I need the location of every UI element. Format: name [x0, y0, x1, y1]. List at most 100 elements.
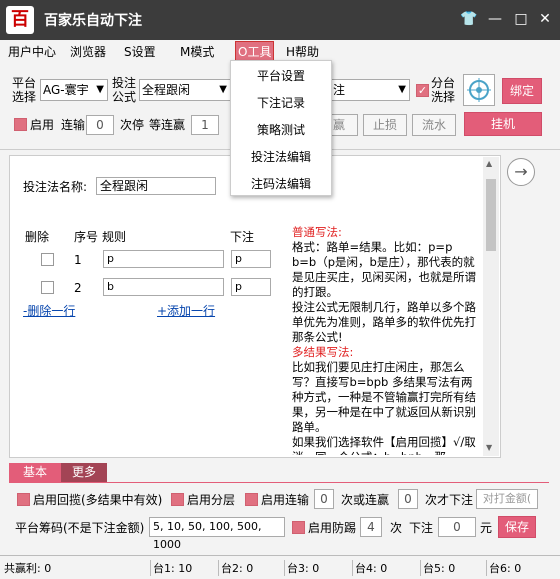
status-total: 共赢利: 0: [4, 562, 52, 575]
bind-button[interactable]: 绑定: [502, 78, 542, 104]
tab-bar: 基本 更多: [9, 463, 549, 483]
guard-times-label: 次: [390, 521, 403, 535]
formula-select[interactable]: 全程跟闲 ▼: [139, 79, 231, 101]
menu-bar: 用户中心 浏览器 S设置 M模式 O工具 H帮助: [0, 40, 560, 62]
rule-input[interactable]: p: [103, 250, 224, 268]
delete-row-link[interactable]: -删除一行: [23, 302, 75, 319]
chevron-down-icon: ▼: [219, 84, 227, 95]
col-seq: 序号: [74, 230, 99, 244]
help-title-normal: 普通写法:: [292, 225, 342, 239]
platform-value: AG-寰宇: [43, 83, 89, 97]
streak-label: 启用连输: [261, 493, 310, 507]
status-table-1: 台1: 10: [150, 560, 192, 576]
flow-button[interactable]: 流水: [412, 114, 456, 136]
col-bet: 下注: [230, 230, 255, 244]
or-input[interactable]: 0: [398, 489, 418, 509]
dropdown-item-bet-records[interactable]: 下注记录: [231, 90, 331, 117]
scroll-up-icon[interactable]: ▲: [486, 159, 492, 168]
add-row-link[interactable]: +添加一行: [157, 302, 215, 319]
amount-input[interactable]: 对打金额(: [476, 489, 538, 509]
platform-select[interactable]: AG-寰宇 ▼: [40, 79, 108, 101]
tab-basic[interactable]: 基本: [9, 463, 61, 482]
app-title: 百家乐自动下注: [44, 13, 142, 29]
save-button[interactable]: 保存: [498, 516, 536, 538]
target-button[interactable]: [463, 74, 495, 106]
crosshair-icon: [467, 78, 491, 102]
lose-label: 连输: [61, 118, 86, 132]
chevron-down-icon: ▼: [96, 84, 104, 95]
stop-loss-button[interactable]: 止损: [363, 114, 407, 136]
dropdown-item-strategy-test[interactable]: 策略测试: [231, 117, 331, 144]
bet-label: 下注: [409, 521, 434, 535]
help-paragraph: 格式：路单=结果。比如：p=p b=b（p是闲，b是庄），那代表的就是见庄买庄，…: [292, 240, 476, 299]
dropdown-item-platform-settings[interactable]: 平台设置: [231, 63, 331, 90]
guard-input[interactable]: 4: [360, 517, 382, 537]
menu-tools[interactable]: O工具: [235, 41, 275, 61]
platform-label-1: 平台: [12, 76, 37, 90]
row-delete-checkbox[interactable]: [41, 253, 54, 266]
hang-button[interactable]: 挂机: [464, 112, 542, 136]
chips-label: 平台筹码(不是下注金额): [15, 521, 145, 535]
skin-icon[interactable]: 👕: [456, 6, 482, 32]
formula-value: 全程跟闲: [142, 83, 191, 97]
bet-input[interactable]: p: [231, 278, 271, 296]
name-label: 投注法名称:: [23, 180, 88, 194]
dropdown-item-method-edit[interactable]: 投注法编辑: [231, 144, 331, 171]
wait-input[interactable]: 1: [191, 115, 219, 135]
back-label: 启用回揽(多结果中有效): [33, 493, 163, 507]
app-logo: 百: [6, 6, 34, 34]
split-label-2: 洗择: [431, 90, 456, 104]
split-table-checkbox[interactable]: ✓: [416, 84, 429, 97]
split-label-1: 分台: [431, 76, 456, 90]
rule-input[interactable]: b: [103, 278, 224, 296]
chip-select[interactable]: 注 ▼: [330, 79, 410, 101]
tab-more[interactable]: 更多: [61, 463, 107, 482]
times-label: 次停: [120, 118, 145, 132]
layer-label: 启用分层: [187, 493, 236, 507]
guard-checkbox[interactable]: [292, 521, 305, 534]
maximize-button[interactable]: □: [508, 6, 534, 32]
streak-input[interactable]: 0: [314, 489, 334, 509]
row-seq: 1: [74, 253, 82, 267]
guard-label: 启用防踢: [308, 521, 357, 535]
back-checkbox[interactable]: [17, 493, 30, 506]
lose-input[interactable]: 0: [86, 115, 114, 135]
bet-input[interactable]: p: [231, 250, 271, 268]
row-seq: 2: [74, 281, 82, 295]
chip-value: 注: [333, 83, 346, 97]
formula-label-2: 公式: [112, 90, 137, 104]
bet-amount-input[interactable]: 0: [438, 517, 476, 537]
chips-input[interactable]: 5, 10, 50, 100, 500, 1000: [149, 517, 285, 551]
menu-browser[interactable]: 浏览器: [70, 43, 106, 60]
layer-checkbox[interactable]: [171, 493, 184, 506]
scroll-thumb[interactable]: [486, 179, 496, 251]
status-table-5: 台5: 0: [420, 560, 455, 576]
status-table-6: 台6: 0: [486, 560, 521, 576]
then-label: 次才下注: [425, 493, 474, 507]
enable-checkbox[interactable]: [14, 118, 27, 131]
bottom-settings: 启用回揽(多结果中有效) 启用分层 启用连输 0 次或连赢 0 次才下注 对打金…: [0, 483, 560, 551]
platform-label-2: 选择: [12, 90, 37, 104]
help-paragraph: 比如我们要见庄打庄闲庄，那怎么写？直接写b=bpb 多结果写法有两种方式，一种是…: [292, 360, 476, 434]
or-label: 次或连赢: [341, 493, 390, 507]
menu-help[interactable]: H帮助: [286, 43, 319, 60]
formula-label-1: 投注: [112, 76, 137, 90]
tools-dropdown: 平台设置 下注记录 策略测试 投注法编辑 注码法编辑: [230, 60, 332, 196]
scroll-down-icon[interactable]: ▼: [486, 443, 492, 452]
help-title-multi: 多结果写法:: [292, 345, 354, 359]
close-button[interactable]: ✕: [532, 6, 558, 32]
scrollbar[interactable]: ▲ ▼: [483, 157, 499, 456]
dropdown-item-stake-edit[interactable]: 注码法编辑: [231, 171, 331, 198]
arrow-right-icon[interactable]: →: [507, 158, 535, 186]
minimize-button[interactable]: —: [482, 6, 508, 32]
status-bar: 共赢利: 0 台1: 10 台2: 0 台3: 0 台4: 0 台5: 0 台6…: [0, 555, 560, 579]
row-delete-checkbox[interactable]: [41, 281, 54, 294]
col-delete: 删除: [25, 230, 50, 244]
strategy-name-input[interactable]: 全程跟闲: [96, 177, 216, 195]
help-paragraph: 投注公式无限制几行，路单以多个路单优先为准则，路单多的软件优先打那条公式!: [292, 300, 476, 344]
menu-user-center[interactable]: 用户中心: [8, 43, 56, 60]
menu-settings[interactable]: S设置: [124, 43, 156, 60]
wait-label: 等连赢: [149, 118, 186, 132]
menu-mode[interactable]: M模式: [180, 43, 214, 60]
streak-checkbox[interactable]: [245, 493, 258, 506]
